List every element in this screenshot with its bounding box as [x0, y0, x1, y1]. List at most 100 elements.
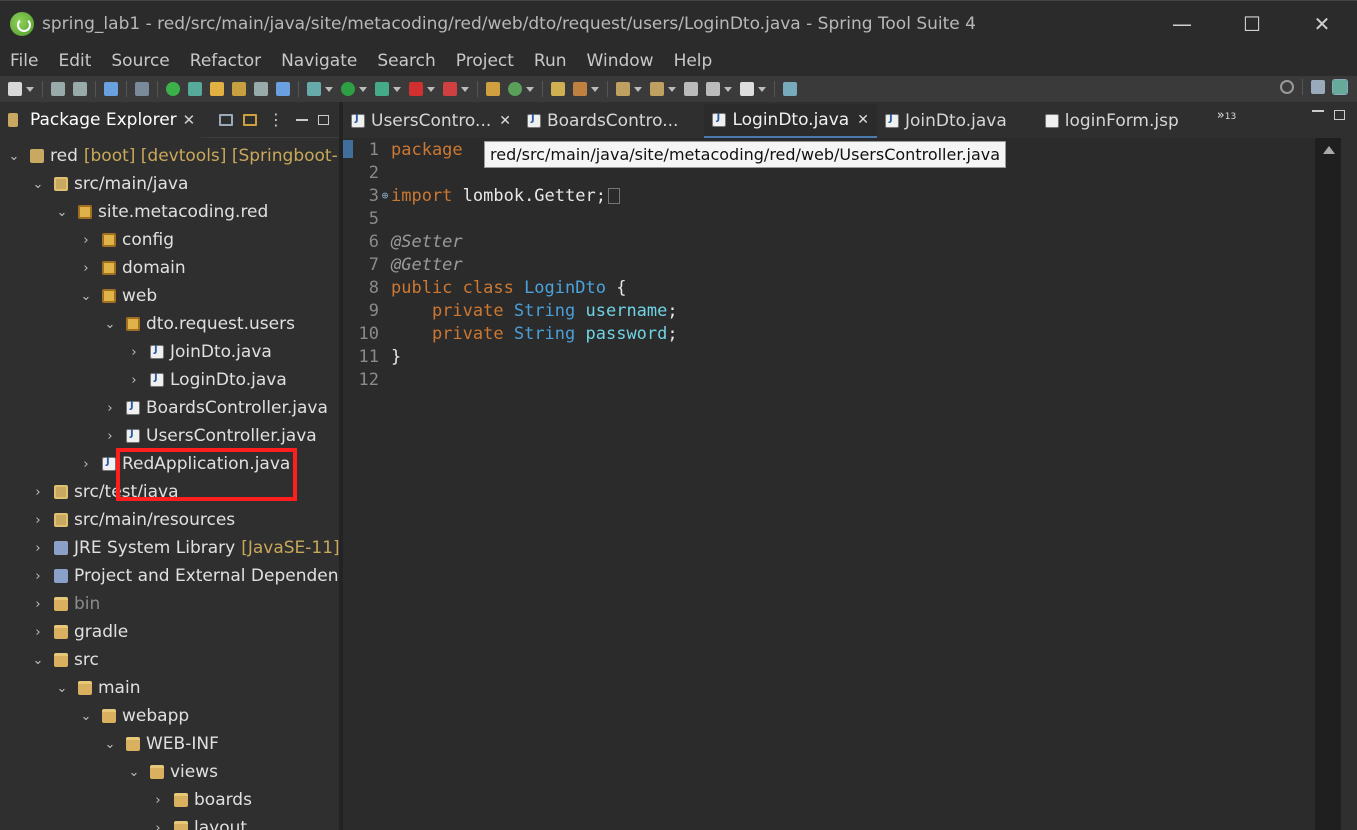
previous-annotation-dropdown-icon[interactable]	[668, 86, 676, 92]
java-perspective-icon[interactable]	[1332, 79, 1348, 95]
expanded-chevron-icon[interactable]: ⌄	[80, 289, 92, 304]
new-java-class-icon[interactable]	[508, 82, 522, 96]
skip-breakpoints-icon[interactable]	[135, 82, 149, 96]
last-edit-location-icon[interactable]	[684, 82, 698, 96]
tree-item[interactable]: ⌄ site.metacoding.red	[56, 198, 269, 226]
close-window-button[interactable]: ✕	[1287, 1, 1357, 47]
tree-item[interactable]: ⌄ WEB-INF	[104, 730, 219, 758]
expanded-chevron-icon[interactable]: ⌄	[104, 317, 116, 332]
back-dropdown-icon[interactable]	[724, 86, 732, 92]
close-tab-icon[interactable]: ✕	[499, 113, 511, 129]
forward-icon[interactable]	[740, 82, 754, 96]
expanded-chevron-icon[interactable]: ⌄	[32, 653, 44, 668]
code-line[interactable]: 3 ⊕ import lombok.Getter;	[343, 184, 620, 207]
tab-package-explorer[interactable]: Package Explorer ✕	[0, 102, 202, 138]
menu-window[interactable]: Window	[577, 46, 664, 76]
new-class-dropdown-icon[interactable]	[526, 86, 534, 92]
editor-scrollbar[interactable]	[1315, 138, 1357, 830]
open-type-icon[interactable]	[551, 82, 565, 96]
previous-annotation-icon[interactable]	[650, 82, 664, 96]
tree-item[interactable]: ⌄ dto.request.users	[104, 310, 295, 338]
pin-editor-icon[interactable]	[783, 82, 797, 96]
code-line[interactable]: 12	[343, 368, 391, 391]
highlight-icon[interactable]	[210, 82, 224, 96]
tree-item[interactable]: › boards	[152, 786, 252, 814]
tree-item[interactable]: ⌄ src	[32, 646, 99, 674]
menu-help[interactable]: Help	[664, 46, 723, 76]
tree-item[interactable]: › RedApplication.java	[80, 450, 290, 478]
tree-item[interactable]: › domain	[80, 254, 185, 282]
back-icon[interactable]	[706, 82, 720, 96]
scroll-track[interactable]	[1315, 138, 1341, 830]
close-icon[interactable]: ✕	[183, 111, 196, 129]
minimize-view-icon[interactable]	[296, 118, 308, 121]
expanded-chevron-icon[interactable]: ⌄	[104, 737, 116, 752]
maximize-editor-icon[interactable]	[1334, 110, 1345, 120]
coverage-icon[interactable]	[375, 82, 389, 96]
collapsed-chevron-icon[interactable]: ›	[32, 625, 44, 640]
next-annotation-dropdown-icon[interactable]	[634, 86, 642, 92]
spring-icon[interactable]	[188, 82, 202, 96]
minimize-button[interactable]: —	[1147, 1, 1217, 47]
menu-edit[interactable]: Edit	[48, 46, 101, 76]
boot-dashboard-icon[interactable]	[166, 82, 180, 96]
tree-item[interactable]: › BoardsController.java	[104, 394, 328, 422]
debug-dropdown-icon[interactable]	[325, 86, 333, 92]
code-line[interactable]: 11}	[343, 345, 402, 368]
tree-item[interactable]: ⌄ src/main/java	[32, 170, 189, 198]
collapse-all-icon[interactable]	[219, 113, 233, 126]
code-line[interactable]: 10 private String password;	[343, 322, 678, 345]
code-editor[interactable]: 1 package 2 3 ⊕ import lombok.Getter; 5 6 @Sett…	[343, 138, 1315, 830]
collapsed-chevron-icon[interactable]: ›	[104, 401, 116, 416]
tree-item[interactable]: › bin	[32, 590, 100, 618]
collapsed-chevron-icon[interactable]: ›	[32, 597, 44, 612]
collapsed-chevron-icon[interactable]: ›	[152, 821, 164, 830]
tree-item[interactable]: ⌄ main	[56, 674, 141, 702]
collapsed-chevron-icon[interactable]: ›	[128, 345, 140, 360]
tree-item[interactable]: › gradle	[32, 618, 128, 646]
expanded-chevron-icon[interactable]: ⌄	[8, 149, 20, 164]
menu-refactor[interactable]: Refactor	[180, 46, 271, 76]
menu-navigate[interactable]: Navigate	[271, 46, 367, 76]
code-line[interactable]: 6 @Setter	[343, 230, 463, 253]
terminal-icon[interactable]	[104, 82, 118, 96]
coverage-dropdown-icon[interactable]	[393, 86, 401, 92]
tab-userscontroller[interactable]: UsersContro... ✕	[343, 104, 519, 138]
stop-icon[interactable]	[409, 82, 423, 96]
tree-item[interactable]: › JRE System Library [JavaSE-11]	[32, 534, 339, 562]
collapsed-chevron-icon[interactable]: ›	[80, 261, 92, 276]
link-with-editor-icon[interactable]	[243, 113, 257, 126]
menu-search[interactable]: Search	[367, 46, 445, 76]
tree-item[interactable]: ⌄ web	[80, 282, 158, 310]
collapsed-chevron-icon[interactable]: ›	[32, 569, 44, 584]
code-line[interactable]: 9 private String username;	[343, 299, 678, 322]
tree-item[interactable]: › src/test/java	[32, 478, 178, 506]
expanded-chevron-icon[interactable]: ⌄	[56, 681, 68, 696]
collapsed-chevron-icon[interactable]: ›	[128, 373, 140, 388]
code-line[interactable]: 8 public class LoginDto {	[343, 276, 627, 299]
expanded-chevron-icon[interactable]: ⌄	[80, 709, 92, 724]
tree-item[interactable]: › config	[80, 226, 174, 254]
annotation-icon[interactable]	[232, 82, 246, 96]
tree-item[interactable]: ⌄ views	[128, 758, 218, 786]
menu-project[interactable]: Project	[446, 46, 524, 76]
new-icon[interactable]	[8, 82, 22, 96]
save-icon[interactable]	[51, 82, 65, 96]
collapsed-chevron-icon[interactable]: ›	[152, 793, 164, 808]
show-whitespace-icon[interactable]	[276, 82, 290, 96]
tab-boardscontroller[interactable]: BoardsContro...	[519, 104, 686, 138]
new-dropdown-icon[interactable]	[26, 86, 34, 92]
scroll-up-icon[interactable]	[1323, 146, 1335, 154]
forward-dropdown-icon[interactable]	[758, 86, 766, 92]
code-line[interactable]: 2	[343, 161, 391, 184]
brush-icon[interactable]	[573, 82, 587, 96]
menu-run[interactable]: Run	[524, 46, 577, 76]
code-line[interactable]: 1 package	[343, 138, 473, 161]
expanded-chevron-icon[interactable]: ⌄	[128, 765, 140, 780]
tab-overflow-button[interactable]: »13	[1217, 108, 1236, 123]
tree-item[interactable]: › Project and External Dependenci	[32, 562, 339, 590]
minimize-editor-icon[interactable]	[1312, 110, 1324, 112]
next-annotation-icon[interactable]	[616, 82, 630, 96]
tree-item[interactable]: › JoinDto.java	[128, 338, 271, 366]
save-all-icon[interactable]	[73, 82, 87, 96]
